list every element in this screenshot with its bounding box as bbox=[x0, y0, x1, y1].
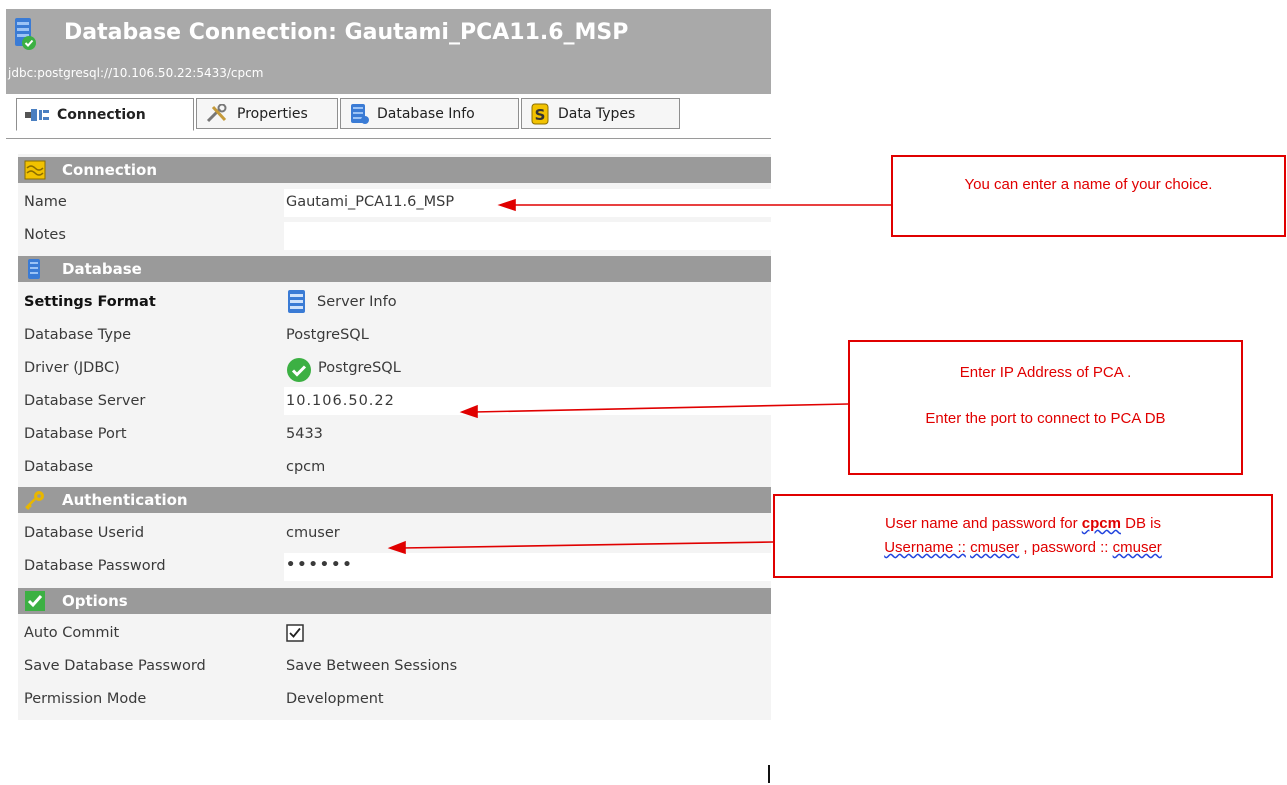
callout-server: Enter IP Address of PCA . Enter the port… bbox=[848, 340, 1243, 475]
password-input[interactable]: •••••• bbox=[286, 557, 354, 573]
callout-auth-prefix: User name and password for bbox=[885, 515, 1082, 532]
callout-server-line1: Enter IP Address of PCA . bbox=[959, 364, 1132, 381]
settings-format-label: Settings Format bbox=[24, 294, 156, 310]
auto-commit-checkbox[interactable] bbox=[286, 624, 304, 642]
tools-icon bbox=[206, 103, 227, 122]
auto-commit-label: Auto Commit bbox=[24, 625, 120, 641]
tab-database-info[interactable]: Database Info bbox=[340, 98, 519, 129]
notes-input[interactable] bbox=[284, 222, 771, 250]
db-type-label: Database Type bbox=[24, 327, 132, 343]
settings-format-select[interactable]: Server Info bbox=[317, 294, 397, 310]
callout-auth-password: , password :: bbox=[1019, 539, 1113, 556]
check-circle-icon bbox=[287, 358, 311, 382]
section-authentication-title: Authentication bbox=[62, 491, 188, 509]
text-cursor bbox=[768, 765, 770, 783]
section-database-header: Database bbox=[18, 256, 771, 282]
callout-auth-db: cpcm bbox=[1081, 515, 1121, 532]
name-label: Name bbox=[24, 194, 67, 210]
port-label: Database Port bbox=[24, 426, 127, 442]
database-icon bbox=[351, 103, 369, 124]
database-input[interactable]: cpcm bbox=[286, 459, 325, 475]
key-icon bbox=[25, 491, 44, 510]
server-input[interactable]: 10.106.50.22 bbox=[286, 393, 395, 409]
window-title: Database Connection: Gautami_PCA11.6_MSP bbox=[64, 20, 629, 45]
svg-text:S: S bbox=[535, 106, 546, 124]
name-input[interactable]: Gautami_PCA11.6_MSP bbox=[286, 194, 454, 210]
section-connection-title: Connection bbox=[62, 161, 158, 179]
permission-label: Permission Mode bbox=[24, 691, 147, 707]
callout-auth-suffix: DB is bbox=[1120, 515, 1161, 532]
db-type-select[interactable]: PostgreSQL bbox=[286, 327, 369, 343]
driver-select[interactable]: PostgreSQL bbox=[318, 360, 401, 376]
callout-name-text: You can enter a name of your choice. bbox=[964, 176, 1213, 193]
callout-auth-username: Username :: bbox=[884, 539, 966, 556]
save-password-label: Save Database Password bbox=[24, 658, 206, 674]
permission-select[interactable]: Development bbox=[286, 691, 384, 707]
server-info-icon bbox=[288, 290, 305, 313]
database-label: Database bbox=[24, 459, 94, 475]
dollar-icon: S bbox=[531, 103, 549, 124]
plug-icon bbox=[25, 108, 49, 121]
tab-data-types[interactable]: S Data Types bbox=[521, 98, 680, 129]
tab-properties[interactable]: Properties bbox=[196, 98, 338, 129]
section-options-title: Options bbox=[62, 592, 128, 610]
tab-database-info-label: Database Info bbox=[377, 105, 475, 122]
tab-data-types-label: Data Types bbox=[558, 105, 636, 122]
section-authentication-header: Authentication bbox=[18, 487, 771, 513]
section-options-header: Options bbox=[18, 588, 771, 614]
check-icon bbox=[25, 591, 45, 611]
jdbc-url: jdbc:postgresql://10.106.50.22:5433/cpcm bbox=[8, 66, 264, 80]
notes-label: Notes bbox=[24, 227, 66, 243]
section-database-title: Database bbox=[62, 260, 142, 278]
server-label: Database Server bbox=[24, 393, 146, 409]
password-label: Database Password bbox=[24, 558, 166, 574]
callout-server-line2: Enter the port to connect to PCA DB bbox=[925, 410, 1166, 427]
callout-auth-password-value: cmuser bbox=[1112, 539, 1162, 556]
section-connection-header: Connection bbox=[18, 157, 771, 183]
callout-auth-user-value: cmuser bbox=[970, 539, 1020, 556]
callout-name: You can enter a name of your choice. bbox=[891, 155, 1286, 237]
connection-icon bbox=[24, 160, 46, 180]
port-input[interactable]: 5433 bbox=[286, 426, 323, 442]
userid-label: Database Userid bbox=[24, 525, 145, 541]
tab-connection[interactable]: Connection bbox=[16, 98, 194, 131]
userid-input[interactable]: cmuser bbox=[286, 525, 340, 541]
tab-properties-label: Properties bbox=[237, 105, 308, 122]
database-connection-icon bbox=[15, 18, 36, 50]
password-field-bg bbox=[284, 553, 771, 581]
database-icon bbox=[28, 259, 40, 279]
driver-label: Driver (JDBC) bbox=[24, 360, 120, 376]
save-password-select[interactable]: Save Between Sessions bbox=[286, 658, 457, 674]
callout-auth: User name and password for cpcm DB is Us… bbox=[773, 494, 1273, 578]
tab-connection-label: Connection bbox=[57, 106, 146, 123]
